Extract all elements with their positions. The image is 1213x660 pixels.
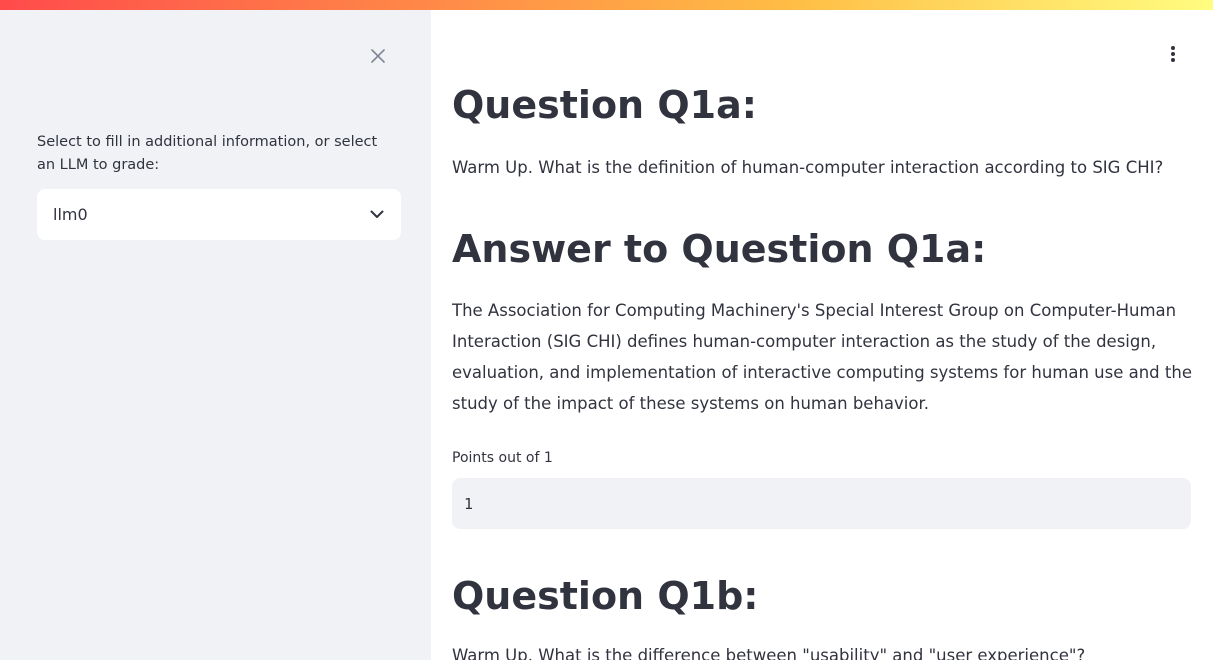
answer-q1a-heading: Answer to Question Q1a:: [452, 227, 987, 271]
select-label: Select to fill in additional information…: [37, 134, 378, 173]
points-input-wrapper: [452, 478, 1191, 529]
top-decoration-bar: [0, 0, 1213, 10]
vertical-dots-icon[interactable]: [1161, 42, 1185, 66]
answer-q1a-text: The Association for Computing Machinery'…: [452, 301, 1192, 413]
app-window: Select to fill in additional information…: [0, 0, 1213, 660]
chevron-down-icon: [370, 210, 384, 219]
question-q1a-text: Warm Up. What is the definition of human…: [452, 158, 1164, 177]
sidebar: Select to fill in additional information…: [0, 0, 431, 660]
llm-select[interactable]: llm0: [37, 189, 401, 240]
question-q1b-text: Warm Up. What is the difference between …: [452, 646, 1086, 660]
select-value: llm0: [53, 205, 88, 224]
close-icon[interactable]: [366, 44, 390, 68]
points-label: Points out of 1: [452, 450, 553, 466]
points-input[interactable]: [464, 494, 1191, 513]
question-q1a-heading: Question Q1a:: [452, 83, 757, 127]
question-q1b-heading: Question Q1b:: [452, 574, 759, 618]
main-content: Question Q1a: Warm Up. What is the defin…: [431, 0, 1213, 660]
